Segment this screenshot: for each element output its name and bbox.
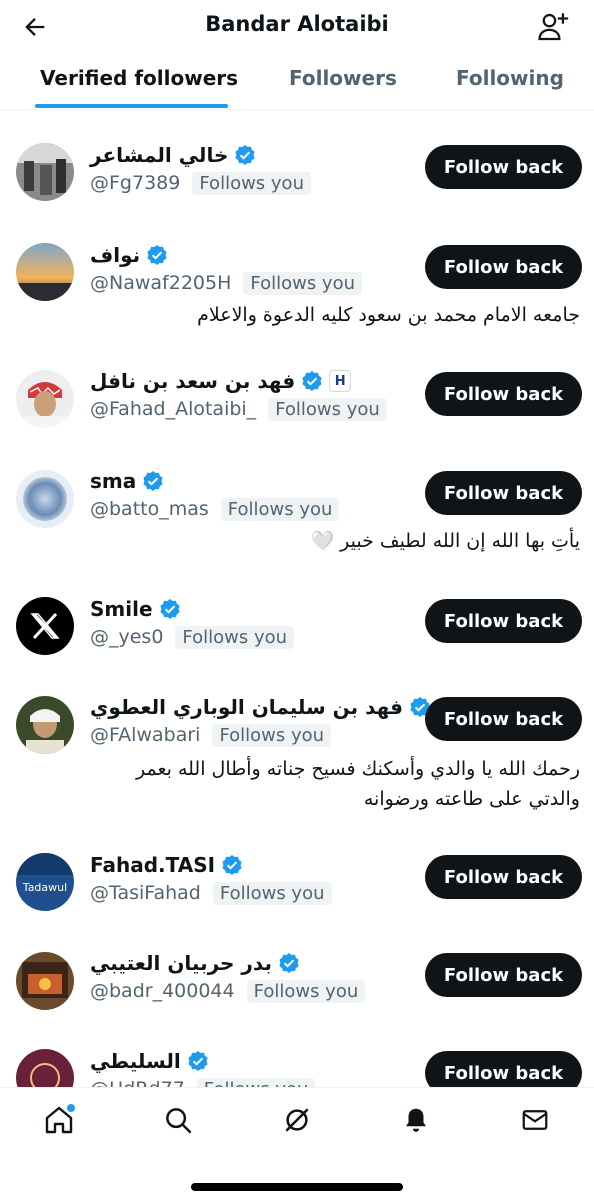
tab-followers[interactable]: Followers [289,66,397,90]
display-name: Fahad.TASI [90,853,216,877]
follows-you-badge: Follows you [268,397,387,421]
avatar[interactable]: Tadawul [16,853,74,911]
avatar[interactable] [16,470,74,528]
follows-you-badge: Follows you [243,271,363,295]
team-badge-icon: H [329,370,352,392]
avatar[interactable] [16,143,74,201]
top-bar: Bandar Alotaibi [0,0,594,54]
user-handle: @Fahad_Alotaibi_ [90,398,257,420]
user-handle: @_yes0 [90,626,164,648]
user-handle: @badr_400044 [90,980,235,1002]
avatar[interactable] [16,696,74,754]
tab-verified-followers[interactable]: Verified followers [40,66,238,90]
user-bio: رحمك الله يا والدي وأسكنك فسيح جناته وأط… [135,758,580,810]
user-handle: @batto_mas [90,498,209,520]
grok-icon [285,1108,309,1132]
display-name: نواف [90,243,141,267]
avatar[interactable] [16,952,74,1010]
follow-back-button[interactable]: Follow back [425,145,582,189]
tab-following[interactable]: Following [456,66,564,90]
follow-back-button[interactable]: Follow back [425,372,582,416]
notification-dot [67,1104,75,1112]
follow-back-button[interactable]: Follow back [425,1051,582,1087]
active-tab-indicator [35,104,228,108]
display-name: sma [90,469,137,493]
home-indicator [191,1183,403,1191]
nav-home[interactable] [41,1102,77,1138]
follow-back-button[interactable]: Follow back [425,471,582,515]
verified-badge-icon [301,370,323,392]
mail-icon [522,1110,548,1130]
follow-back-button[interactable]: Follow back [425,953,582,997]
avatar[interactable] [16,370,74,428]
svg-text:Tadawul: Tadawul [22,881,67,894]
verified-badge-icon [159,598,181,620]
follows-you-badge: Follows you [192,171,311,195]
verified-badge-icon [146,244,168,266]
verified-badge-icon [142,470,164,492]
user-bio: يأتِ بها الله إن الله لطيف خبير 🤍 [310,530,580,552]
add-user-button[interactable] [534,8,572,46]
nav-grok[interactable] [279,1102,315,1138]
followers-list: خالي المشاعر @Fg7389 Follows you Follow … [0,111,594,1087]
follow-back-button[interactable]: Follow back [425,245,582,289]
verified-badge-icon [278,952,300,974]
bottom-nav [0,1087,594,1153]
user-bio: جامعه الامام محمد بن سعود كليه الدعوة وا… [197,304,580,326]
user-handle: @Fg7389 [90,172,181,194]
display-name: خالي المشاعر [90,143,229,167]
display-name: Smile [90,597,153,621]
verified-badge-icon [187,1050,209,1072]
page-title: Bandar Alotaibi [205,12,389,36]
verified-badge-icon [234,144,256,166]
avatar[interactable] [16,597,74,655]
user-handle: @HdRd77 [90,1078,185,1087]
follows-you-badge: Follows you [246,979,366,1003]
user-handle: @FAlwabari [90,724,201,746]
user-handle: @Nawaf2205H [90,272,232,294]
follows-you-badge: Follows you [212,723,332,747]
follows-you-badge: Follows you [220,497,340,521]
avatar[interactable] [16,1049,74,1087]
nav-notifications[interactable] [398,1102,434,1138]
follows-you-badge: Follows you [212,881,332,905]
bell-icon [406,1108,426,1132]
display-name: بدر حربيان العتيبي [90,951,272,975]
person-add-icon [538,13,569,41]
display-name: فهد بن سعد بن نافل [90,369,296,393]
avatar[interactable] [16,243,74,301]
nav-messages[interactable] [517,1102,553,1138]
follow-back-button[interactable]: Follow back [425,599,582,643]
follow-back-button[interactable]: Follow back [425,697,582,741]
follows-you-badge: Follows you [196,1077,316,1087]
tab-bar: Verified followers Followers Following [0,54,594,110]
verified-badge-icon [221,854,243,876]
user-handle: @TasiFahad [90,882,201,904]
display-name: فهد بن سليمان الوباري العطوي [90,695,403,719]
follows-you-badge: Follows you [175,625,295,649]
display-name: السليطي [90,1049,181,1073]
nav-search[interactable] [160,1102,196,1138]
follow-back-button[interactable]: Follow back [425,855,582,899]
search-icon [166,1108,192,1134]
